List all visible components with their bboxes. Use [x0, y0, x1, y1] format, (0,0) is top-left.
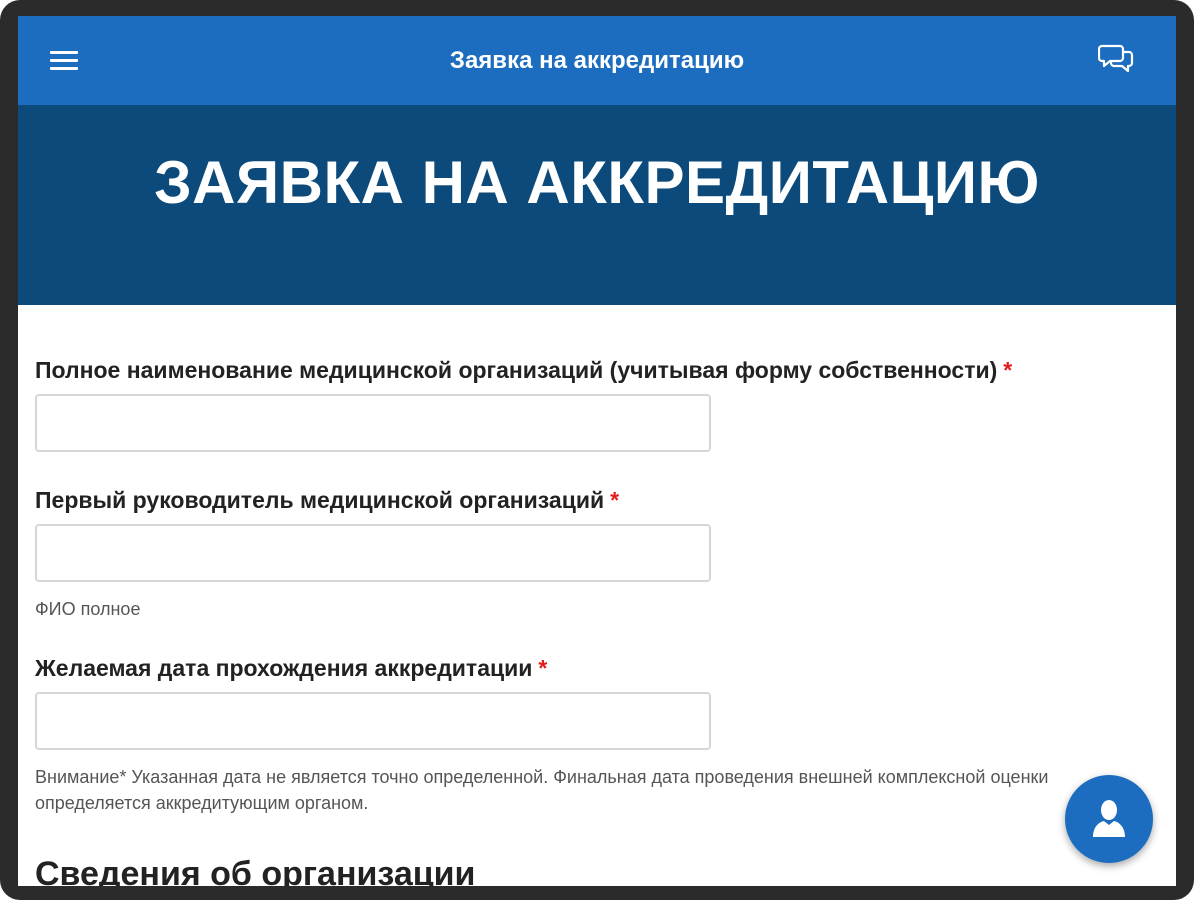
date-notice: Внимание* Указанная дата не является точ… [35, 767, 1049, 813]
director-input[interactable] [35, 524, 711, 582]
date-label-text: Желаемая дата прохождения аккредитации [35, 655, 533, 681]
org-name-label-text: Полное наименование медицинской организа… [35, 357, 998, 383]
profile-fab-button[interactable] [1065, 775, 1153, 863]
hero-banner: ЗАЯВКА НА АККРЕДИТАЦИЮ [18, 105, 1176, 305]
org-name-input[interactable] [35, 394, 711, 452]
hero-title: ЗАЯВКА НА АККРЕДИТАЦИЮ [154, 149, 1040, 216]
director-label-text: Первый руководитель медицинской организа… [35, 487, 605, 513]
director-label: Первый руководитель медицинской организа… [35, 487, 619, 514]
app-screen: Заявка на аккредитацию ЗАЯВКА НА АККРЕДИ… [18, 16, 1176, 886]
date-input[interactable] [35, 692, 711, 750]
director-hint: ФИО полное [35, 599, 141, 619]
app-bar: Заявка на аккредитацию [18, 16, 1176, 105]
user-icon [1093, 800, 1125, 837]
app-bar-title: Заявка на аккредитацию [449, 47, 745, 74]
date-label: Желаемая дата прохождения аккредитации * [35, 655, 547, 682]
required-mark: * [1003, 357, 1013, 383]
section-title: Сведения об организации [35, 855, 476, 886]
chat-bubbles-icon[interactable] [1097, 42, 1134, 74]
device-frame: Заявка на аккредитацию ЗАЯВКА НА АККРЕДИ… [0, 0, 1194, 900]
required-mark: * [538, 655, 548, 681]
org-name-label: Полное наименование медицинской организа… [35, 357, 1012, 384]
required-mark: * [610, 487, 620, 513]
